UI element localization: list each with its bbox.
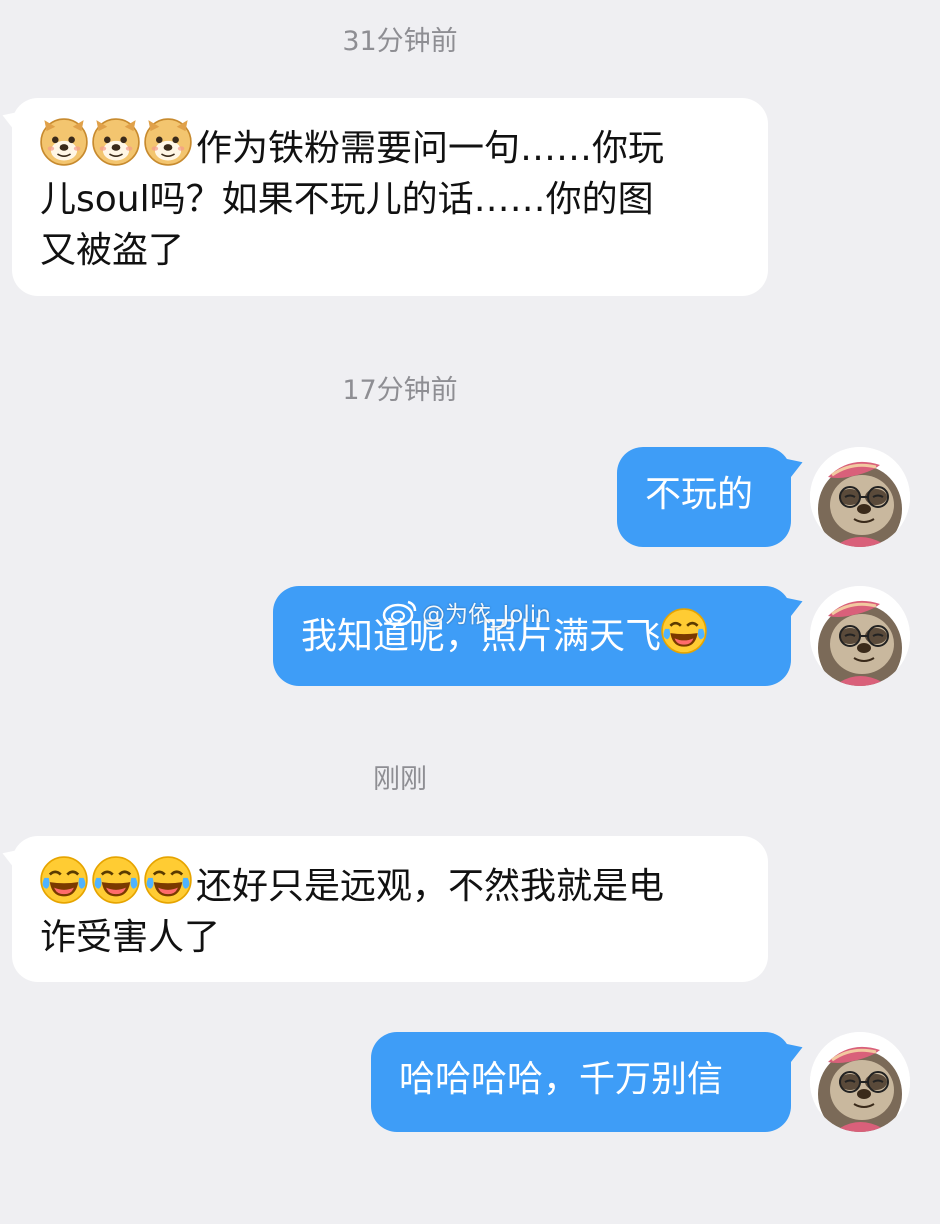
message-line: 又被盗了 — [40, 230, 185, 271]
outgoing-message-bubble[interactable]: 哈哈哈哈，千万别信 — [371, 1032, 791, 1132]
incoming-message-bubble[interactable]: 作为铁粉需要问一句……你玩 儿soul吗？如果不玩儿的话……你的图 又被盗了 — [12, 98, 768, 296]
timestamp: 17分钟前 — [342, 375, 458, 406]
tears-of-joy-icon — [92, 856, 140, 904]
weibo-icon — [382, 600, 417, 626]
outgoing-message-bubble[interactable]: 不玩的 — [617, 447, 791, 547]
sloth-avatar-icon — [810, 1032, 910, 1132]
message-line: 还好只是远观，不然我就是电 — [40, 856, 740, 912]
watermark-text: @为依_Jolin — [422, 602, 551, 628]
message-text: 不玩的 — [645, 474, 754, 515]
message-text: 作为铁粉需要问一句……你玩 — [196, 128, 665, 169]
avatar[interactable] — [810, 1032, 910, 1132]
message-line: 儿soul吗？如果不玩儿的话……你的图 — [40, 179, 654, 220]
sloth-avatar-icon — [810, 447, 910, 547]
watermark: @为依_Jolin — [382, 597, 551, 628]
doge-icon — [92, 118, 140, 166]
message-line: 作为铁粉需要问一句……你玩 — [40, 118, 740, 174]
avatar[interactable] — [810, 447, 910, 547]
incoming-message-bubble[interactable]: 还好只是远观，不然我就是电 诈受害人了 — [12, 836, 768, 982]
doge-icon — [144, 118, 192, 166]
message-line: 诈受害人了 — [40, 917, 221, 958]
sloth-avatar-icon — [810, 586, 910, 686]
timestamp: 31分钟前 — [342, 26, 458, 57]
tears-of-joy-icon — [40, 856, 88, 904]
avatar[interactable] — [810, 586, 910, 686]
message-text: 哈哈哈哈，千万别信 — [399, 1059, 724, 1100]
message-text: 还好只是远观，不然我就是电 — [196, 866, 665, 907]
timestamp: 刚刚 — [373, 764, 427, 795]
tears-of-joy-icon — [661, 608, 708, 654]
tears-of-joy-icon — [144, 856, 192, 904]
doge-icon — [40, 118, 88, 166]
